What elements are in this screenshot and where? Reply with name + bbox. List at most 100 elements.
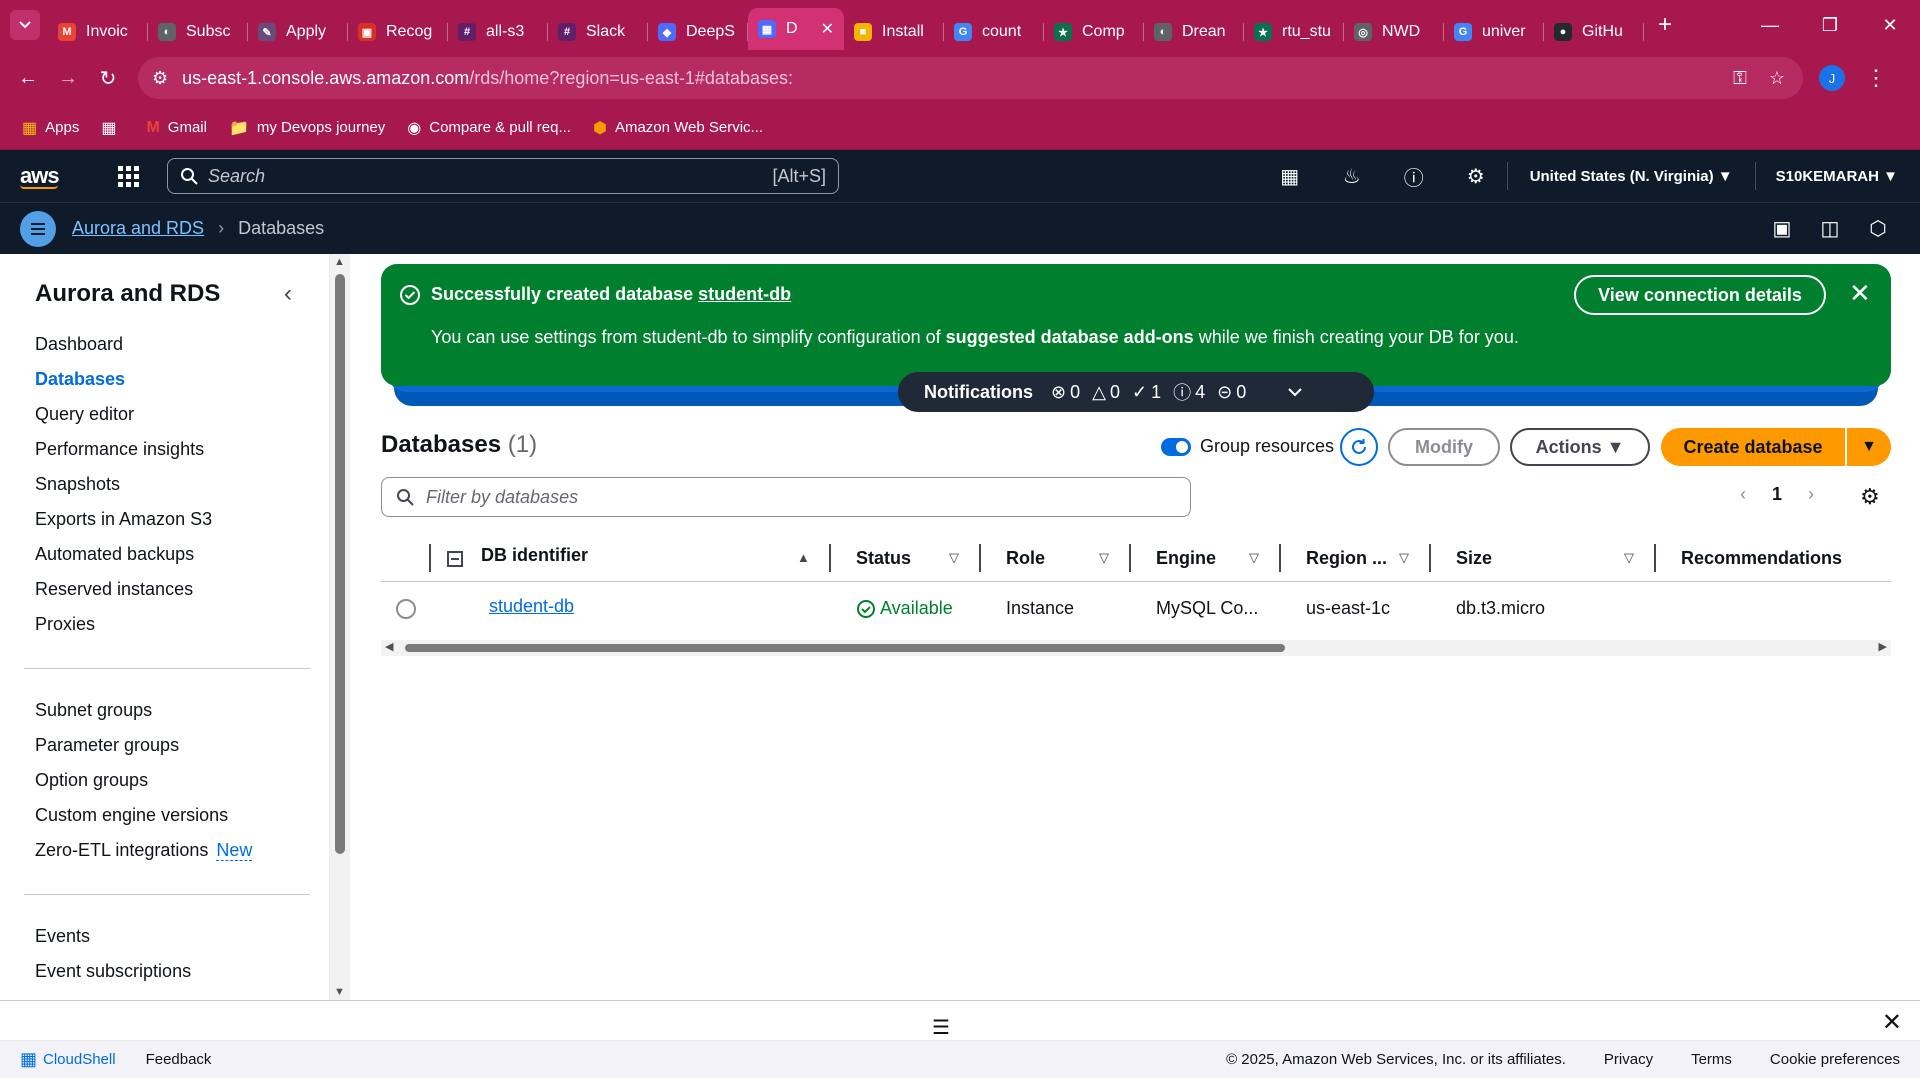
collapse-nav-icon[interactable]: ‹ — [284, 280, 292, 308]
browser-tab[interactable]: ★ rtu_stu — [1244, 14, 1344, 50]
aws-search-input[interactable]: Search [Alt+S] — [167, 158, 839, 194]
browser-tab[interactable]: ★ Comp — [1044, 14, 1144, 50]
column-size[interactable]: Size — [1456, 548, 1492, 569]
sidebar-item-query-editor[interactable]: Query editor — [35, 404, 134, 425]
sort-icon[interactable]: ▽ — [1624, 550, 1634, 566]
sidebar-item-zero-etl[interactable]: Zero-ETL integrations New — [35, 840, 253, 861]
restore-icon[interactable]: ❐ — [1800, 15, 1860, 36]
bookmark-aws[interactable]: ⬢ Amazon Web Servic... — [593, 118, 763, 138]
browser-tab[interactable]: ◎ NWD — [1344, 14, 1444, 50]
collapse-all-icon[interactable] — [447, 551, 463, 567]
site-info-icon[interactable]: ⚙ — [152, 68, 168, 89]
cloudshell-icon[interactable]: ▦ — [1259, 164, 1321, 189]
sidebar-item-events[interactable]: Events — [35, 926, 90, 947]
browser-tab[interactable]: ▦ D ✕ — [748, 8, 844, 50]
bookmark-compare-pull[interactable]: ◉ Compare & pull req... — [407, 118, 571, 138]
feedback-link[interactable]: Feedback — [146, 1051, 212, 1068]
scroll-right-icon[interactable]: ▶ — [1879, 640, 1887, 653]
notifications-bar[interactable]: Notifications ⊗ 0 △ 0 ✓ 1 ⓘ 4 ⊝ 0 — [898, 372, 1374, 412]
sort-icon[interactable]: ▽ — [949, 550, 959, 566]
notifications-bell-icon[interactable]: ♨ — [1321, 164, 1383, 189]
close-tab-icon[interactable]: ✕ — [821, 19, 834, 39]
browser-tab[interactable]: # Slack — [548, 14, 648, 50]
page-number[interactable]: 1 — [1772, 484, 1782, 505]
resize-handle-icon[interactable]: ☰ — [932, 1015, 950, 1040]
sidebar-item-reserved-instances[interactable]: Reserved instances — [35, 579, 193, 600]
group-resources-toggle[interactable] — [1161, 438, 1191, 456]
column-recommendations[interactable]: Recommendations — [1681, 548, 1842, 569]
browser-tab[interactable]: ■ Install — [844, 14, 944, 50]
sidebar-item-option-groups[interactable]: Option groups — [35, 770, 148, 791]
scroll-down-icon[interactable]: ▼ — [334, 986, 345, 998]
sidebar-item-event-subscriptions[interactable]: Event subscriptions — [35, 961, 191, 982]
terms-link[interactable]: Terms — [1691, 1051, 1732, 1068]
browser-tab[interactable]: Gcount — [944, 14, 1044, 50]
sidebar-item-custom-engine-versions[interactable]: Custom engine versions — [35, 805, 228, 826]
browser-tab[interactable]: ✎ Apply — [248, 14, 348, 50]
prev-page-icon[interactable]: ‹ — [1740, 484, 1746, 505]
forward-icon[interactable]: → — [48, 67, 88, 90]
chevron-down-icon[interactable] — [1288, 387, 1302, 397]
cookie-preferences-link[interactable]: Cookie preferences — [1770, 1051, 1900, 1068]
table-horizontal-scrollbar[interactable]: ◀ ▶ — [381, 640, 1891, 656]
browser-tab[interactable]: ◆ DeepS — [648, 14, 748, 50]
reload-icon[interactable]: ↻ — [88, 66, 128, 91]
q-icon[interactable]: ⬡ — [1854, 216, 1902, 241]
account-menu[interactable]: S10KEMARAH ▼ — [1754, 162, 1920, 190]
bookmark-apps[interactable]: ▦ Apps — [22, 118, 79, 138]
sort-ascending-icon[interactable]: ▲ — [797, 550, 810, 565]
side-nav-toggle[interactable] — [20, 210, 56, 247]
browser-tab[interactable]: ▣ Recog — [348, 14, 448, 50]
column-region[interactable]: Region ... — [1306, 548, 1387, 569]
column-db-identifier[interactable]: DB identifier — [481, 545, 588, 566]
column-engine[interactable]: Engine — [1156, 548, 1216, 569]
sidebar-item-snapshots[interactable]: Snapshots — [35, 474, 120, 495]
sidebar-item-dashboard[interactable]: Dashboard — [35, 334, 123, 355]
sidebar-item-proxies[interactable]: Proxies — [35, 614, 95, 635]
bookmark-star-icon[interactable]: ☆ — [1769, 68, 1785, 89]
db-identifier-link[interactable]: student-db — [489, 596, 574, 616]
sidebar-scrollbar[interactable]: ▲ ▼ — [330, 254, 350, 1000]
sort-icon[interactable]: ▽ — [1249, 550, 1259, 566]
next-page-icon[interactable]: › — [1808, 484, 1814, 505]
sidebar-item-automated-backups[interactable]: Automated backups — [35, 544, 194, 565]
aws-logo[interactable]: aws — [20, 163, 80, 189]
browser-tab[interactable]: ◐ Drean — [1144, 14, 1244, 50]
settings-gear-icon[interactable]: ⚙ — [1445, 164, 1507, 189]
bookmark-tab-groups[interactable]: ▦ — [101, 118, 124, 138]
bookmark-gmail[interactable]: M Gmail — [146, 119, 207, 137]
modify-button[interactable]: Modify — [1388, 428, 1500, 466]
sidebar-item-performance-insights[interactable]: Performance insights — [35, 439, 204, 460]
help-icon[interactable]: ⓘ — [1383, 162, 1445, 191]
minimize-icon[interactable]: — — [1740, 15, 1800, 36]
bookmark-devops-folder[interactable]: 📁 my Devops journey — [229, 118, 385, 138]
dismiss-flash-icon[interactable]: ✕ — [1849, 278, 1871, 309]
password-key-icon[interactable]: ⚿ — [1733, 68, 1747, 89]
display-icon[interactable]: ▣ — [1758, 216, 1806, 241]
sidebar-item-exports-s3[interactable]: Exports in Amazon S3 — [35, 509, 212, 530]
close-panel-icon[interactable]: ✕ — [1882, 1008, 1902, 1037]
close-window-icon[interactable]: ✕ — [1860, 15, 1920, 36]
cloudshell-button[interactable]: ▦ CloudShell — [20, 1049, 116, 1070]
scroll-up-icon[interactable]: ▲ — [334, 256, 345, 268]
new-tab-button[interactable]: + — [1658, 11, 1672, 39]
table-preferences-icon[interactable]: ⚙ — [1860, 484, 1880, 510]
sidebar-item-parameter-groups[interactable]: Parameter groups — [35, 735, 179, 756]
sort-icon[interactable]: ▽ — [1099, 550, 1109, 566]
actions-button[interactable]: Actions ▼ — [1510, 428, 1650, 466]
info-panel-icon[interactable]: ◫ — [1806, 216, 1854, 241]
scrollbar-thumb[interactable] — [335, 274, 345, 854]
browser-tab[interactable]: ● GitHu — [1544, 14, 1644, 50]
table-row[interactable]: student-db Available Instance MySQL Co..… — [381, 582, 1891, 634]
browser-tab[interactable]: M Invoic — [48, 14, 148, 50]
browser-tab[interactable]: # all-s3 — [448, 14, 548, 50]
flash-db-link[interactable]: student-db — [698, 284, 791, 304]
filter-databases-input[interactable]: Filter by databases — [381, 477, 1191, 517]
region-selector[interactable]: United States (N. Virginia) ▼ — [1506, 162, 1755, 190]
create-database-dropdown[interactable]: ▼ — [1847, 428, 1891, 466]
scrollbar-thumb[interactable] — [405, 644, 1285, 652]
breadcrumb-aurora-rds[interactable]: Aurora and RDS — [72, 218, 204, 239]
view-connection-details-button[interactable]: View connection details — [1574, 275, 1826, 315]
browser-tab[interactable]: Guniver — [1444, 14, 1544, 50]
browser-menu-icon[interactable]: ⋮ — [1865, 65, 1887, 91]
